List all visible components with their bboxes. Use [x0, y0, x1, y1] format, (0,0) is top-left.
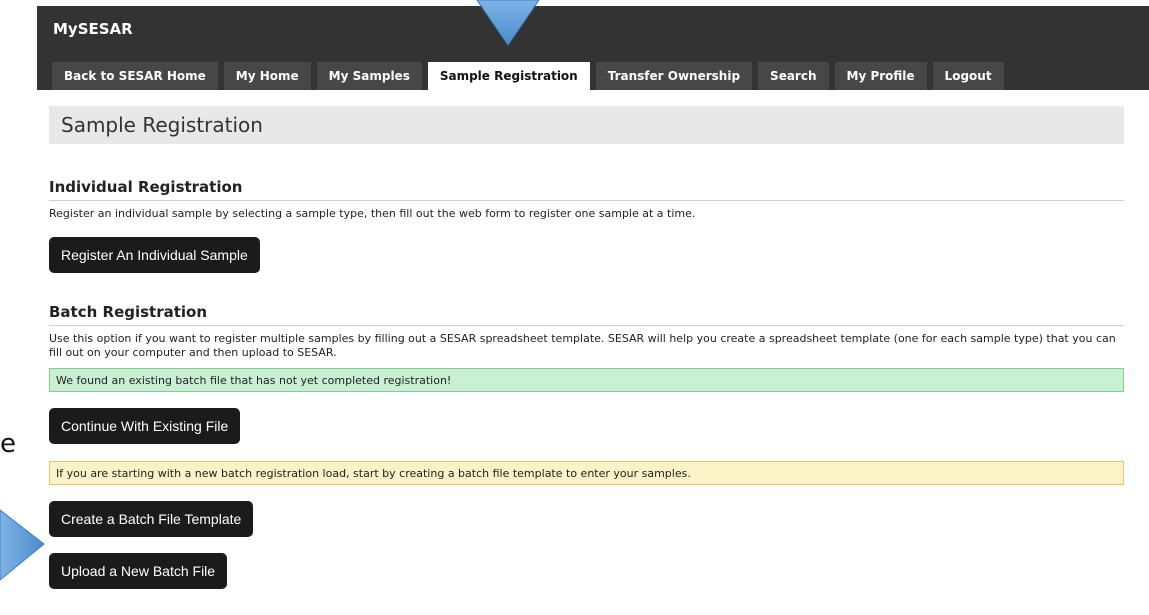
tab-my-samples[interactable]: My Samples: [316, 62, 422, 90]
upload-batch-file-button[interactable]: Upload a New Batch File: [49, 553, 228, 589]
individual-registration-heading: Individual Registration: [49, 178, 1124, 201]
tab-sample-registration[interactable]: Sample Registration: [427, 62, 590, 92]
batch-registration-section: Batch Registration Use this option if yo…: [49, 303, 1124, 589]
batch-registration-description: Use this option if you want to register …: [49, 332, 1116, 359]
register-individual-sample-button[interactable]: Register An Individual Sample: [49, 237, 260, 273]
arrow-down-icon: [476, 0, 540, 46]
tab-back-to-sesar-home[interactable]: Back to SESAR Home: [52, 62, 218, 90]
new-batch-notice: If you are starting with a new batch reg…: [49, 461, 1124, 485]
app-title: MySESAR: [53, 20, 133, 38]
continue-existing-file-button[interactable]: Continue With Existing File: [49, 408, 241, 444]
tab-my-home[interactable]: My Home: [223, 62, 311, 90]
individual-registration-description: Register an individual sample by selecti…: [49, 207, 696, 220]
page-title: Sample Registration: [49, 106, 1124, 144]
tab-logout[interactable]: Logout: [932, 62, 1004, 90]
tab-transfer-ownership[interactable]: Transfer Ownership: [595, 62, 753, 90]
tab-search[interactable]: Search: [758, 62, 829, 90]
individual-registration-section: Individual Registration Register an indi…: [49, 178, 1124, 273]
stray-letter: e: [0, 429, 16, 459]
create-batch-template-button[interactable]: Create a Batch File Template: [49, 501, 254, 537]
arrow-right-icon: [0, 509, 45, 581]
batch-registration-heading: Batch Registration: [49, 303, 1124, 326]
top-navigation-bar: MySESAR Back to SESAR Home My Home My Sa…: [37, 6, 1149, 92]
main-tabs: Back to SESAR Home My Home My Samples Sa…: [52, 62, 1004, 92]
existing-batch-notice: We found an existing batch file that has…: [49, 368, 1124, 392]
tab-my-profile[interactable]: My Profile: [834, 62, 927, 90]
main-content: Sample Registration Individual Registrat…: [49, 106, 1124, 589]
